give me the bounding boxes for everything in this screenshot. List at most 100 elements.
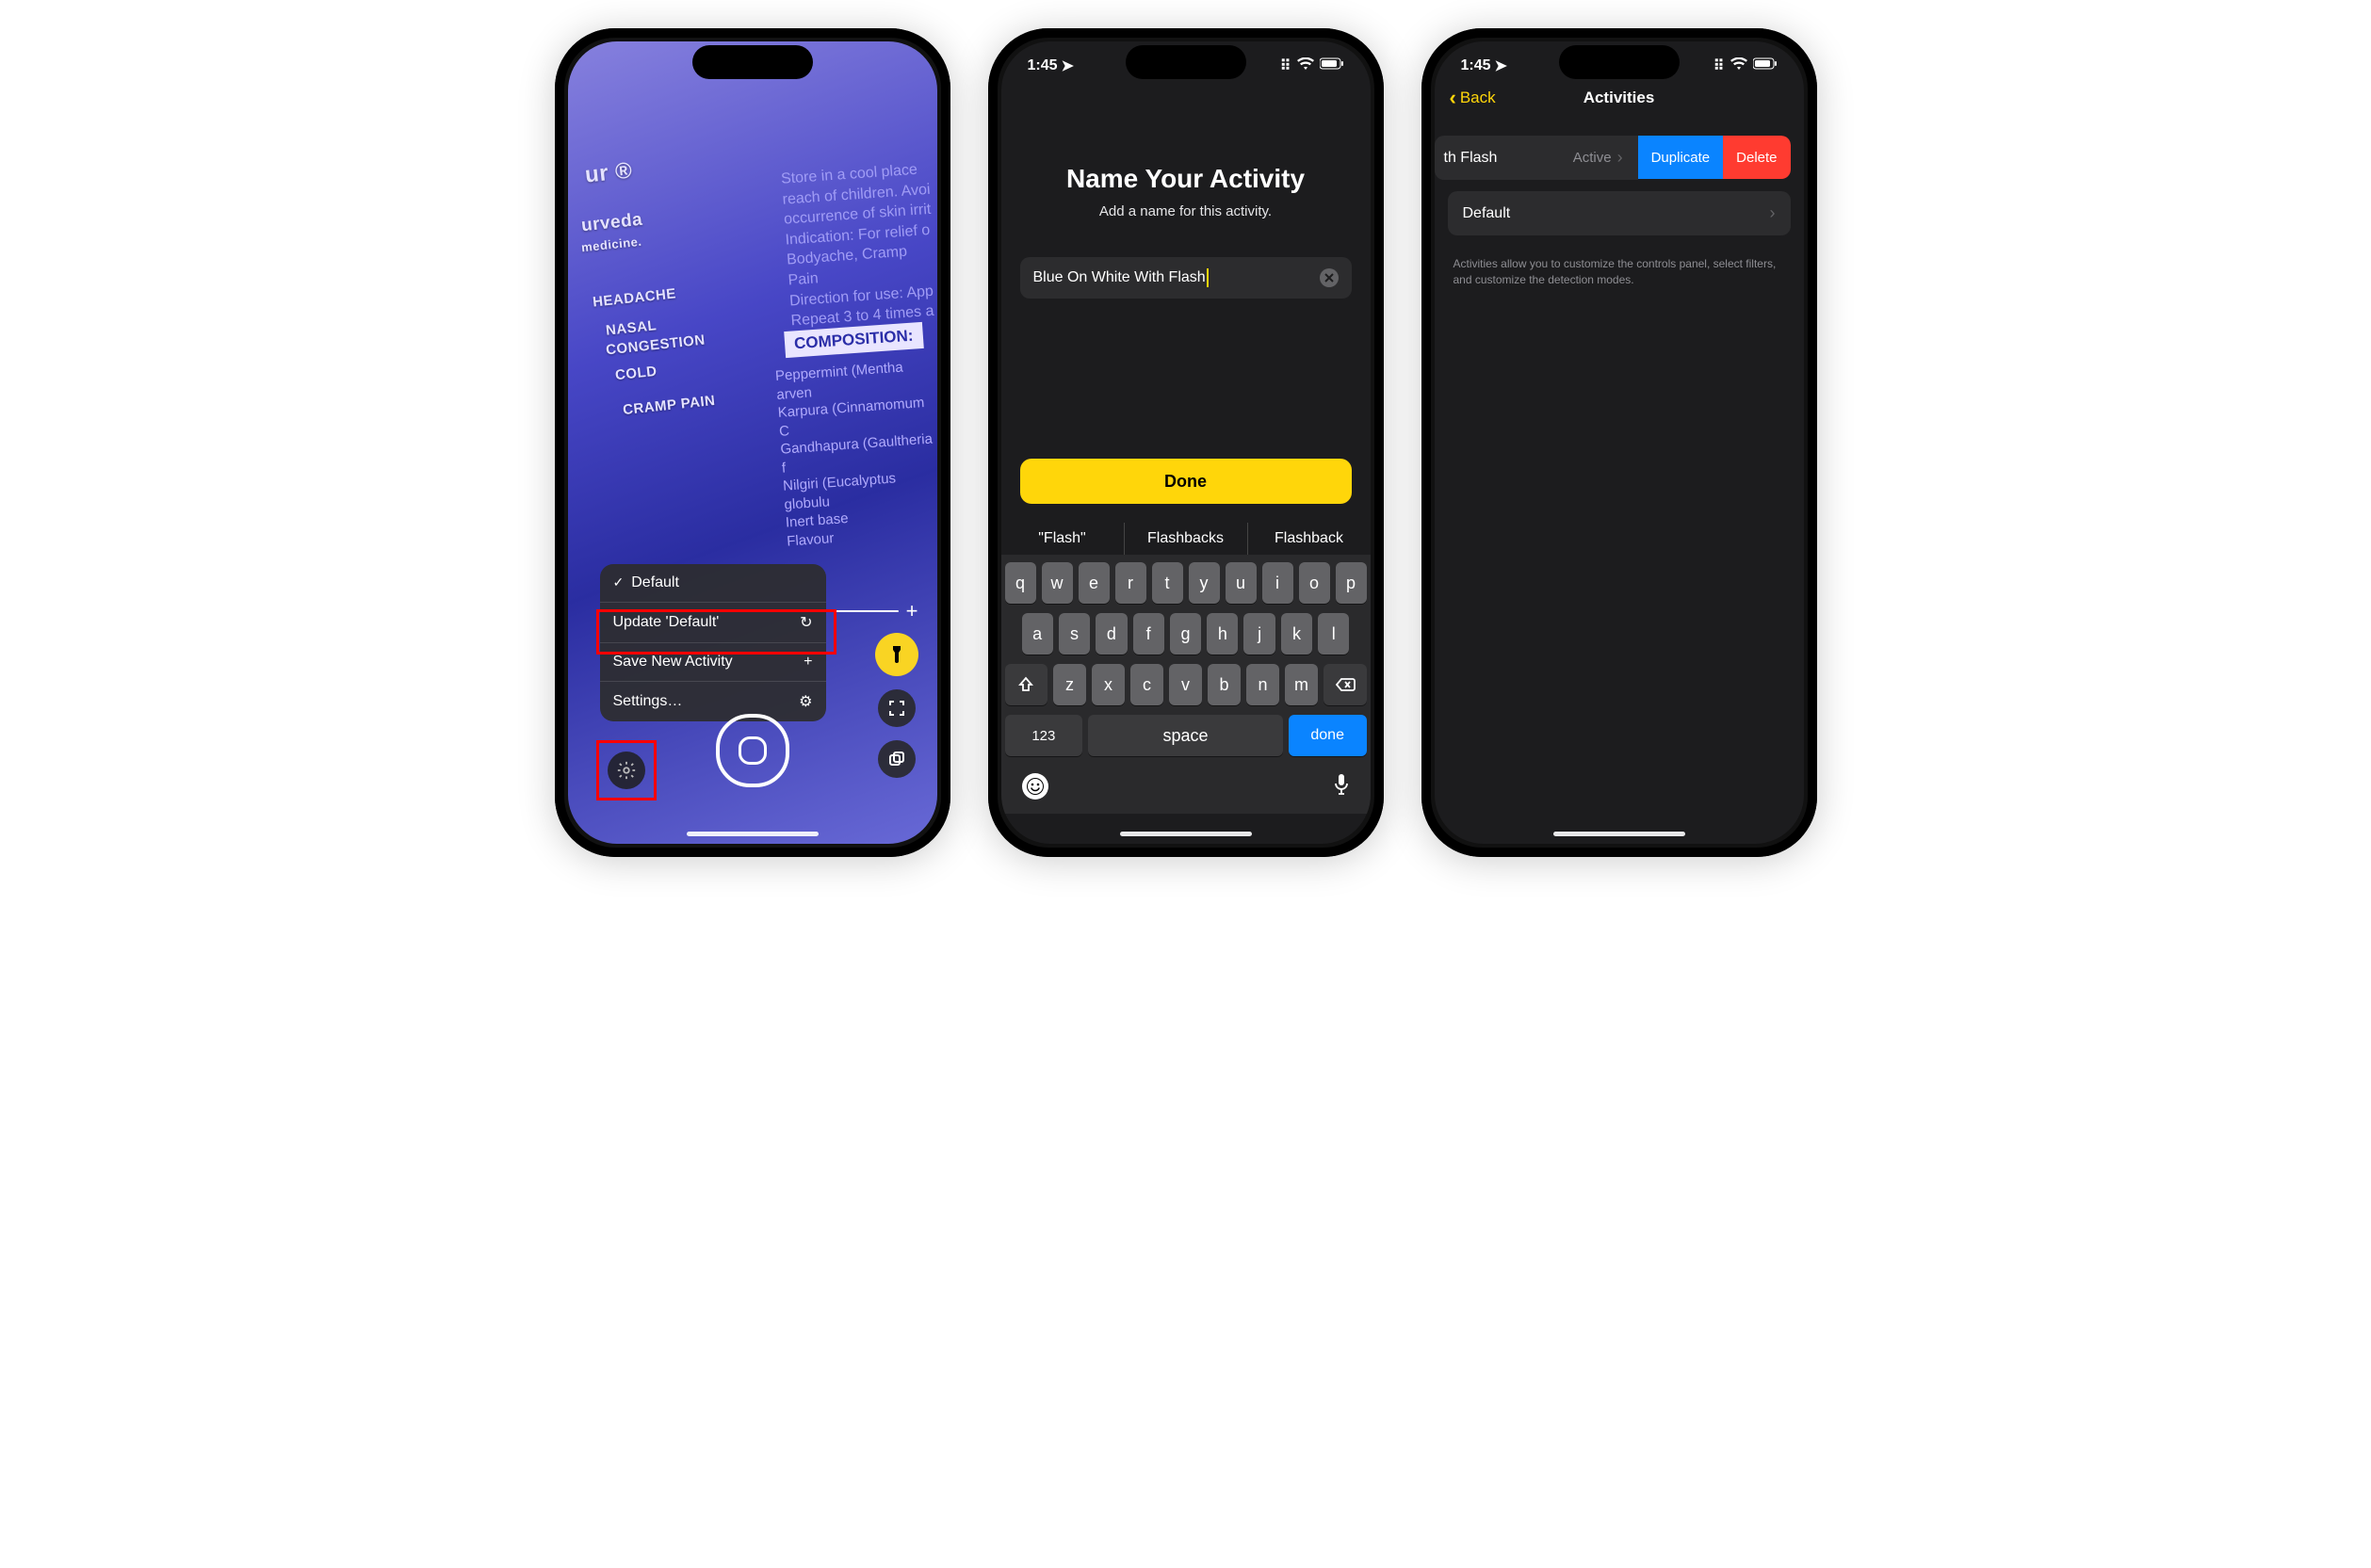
multiview-button[interactable]	[878, 740, 916, 778]
key-done[interactable]: done	[1289, 715, 1367, 756]
clear-input-button[interactable]	[1320, 268, 1339, 287]
dynamic-island	[692, 45, 813, 79]
wifi-icon	[1730, 57, 1747, 75]
key-s[interactable]: s	[1059, 613, 1090, 655]
menu-save-new-label: Save New Activity	[613, 654, 733, 671]
phone-1-frame: ur ® urveda medicine. HEADACHE NASAL CON…	[555, 28, 950, 857]
flashlight-icon	[888, 644, 905, 665]
dictation-button[interactable]	[1333, 773, 1350, 800]
key-v[interactable]: v	[1169, 664, 1202, 705]
key-space[interactable]: space	[1088, 715, 1283, 756]
activity-name-value: Blue On White With Flash	[1033, 269, 1206, 286]
key-a[interactable]: a	[1022, 613, 1053, 655]
emoji-button[interactable]	[1022, 773, 1048, 800]
swipe-actions: Duplicate Delete	[1638, 136, 1791, 180]
zoom-plus-icon[interactable]: +	[906, 599, 918, 623]
flashlight-button[interactable]	[875, 633, 918, 676]
done-button[interactable]: Done	[1020, 459, 1352, 504]
key-o[interactable]: o	[1299, 562, 1330, 604]
shift-icon	[1017, 676, 1034, 693]
activity-row-flash-status: Active	[1573, 150, 1612, 166]
key-z[interactable]: z	[1053, 664, 1086, 705]
activity-row-flash[interactable]: th Flash Active ›	[1435, 136, 1638, 180]
location-icon: ➤	[1495, 57, 1507, 75]
name-activity-title: Name Your Activity	[1001, 164, 1371, 194]
phone-2-screen: 1:45 ➤ ⠿ Name Your Activity Add a name f…	[1001, 41, 1371, 844]
key-c[interactable]: c	[1130, 664, 1163, 705]
key-u[interactable]: u	[1226, 562, 1257, 604]
key-f[interactable]: f	[1133, 613, 1164, 655]
done-button-label: Done	[1164, 472, 1207, 492]
back-button[interactable]: ‹ Back	[1450, 86, 1496, 110]
key-k[interactable]: k	[1281, 613, 1312, 655]
wifi-icon	[1297, 57, 1314, 75]
home-indicator[interactable]	[1553, 832, 1685, 836]
bg-brand-partial: ur ®	[583, 157, 633, 188]
cellular-icon: ⠿	[1713, 57, 1725, 75]
key-b[interactable]: b	[1208, 664, 1241, 705]
detect-frame-button[interactable]	[878, 689, 916, 727]
menu-default-label: Default	[631, 574, 679, 590]
page-title: Activities	[1583, 89, 1655, 107]
status-time: 1:45	[1461, 57, 1491, 74]
key-shift[interactable]	[1005, 664, 1048, 705]
activity-row-flash-label: th Flash	[1444, 150, 1498, 167]
shutter-inner-icon	[739, 736, 767, 765]
chevron-right-icon: ›	[1770, 203, 1776, 223]
home-indicator[interactable]	[1120, 832, 1252, 836]
key-i[interactable]: i	[1262, 562, 1293, 604]
key-x[interactable]: x	[1092, 664, 1125, 705]
right-controls	[875, 633, 918, 778]
phone-3-screen: 1:45 ➤ ⠿ ‹ Back Activities	[1435, 41, 1804, 844]
keyboard-suggestions: "Flash" Flashbacks Flashback	[1001, 523, 1371, 555]
shutter-button[interactable]	[716, 714, 789, 787]
phone-1-screen: ur ® urveda medicine. HEADACHE NASAL CON…	[568, 41, 937, 844]
name-activity-subtitle: Add a name for this activity.	[1001, 203, 1371, 219]
chevron-left-icon: ‹	[1450, 86, 1456, 110]
x-icon	[1324, 273, 1334, 283]
key-backspace[interactable]	[1324, 664, 1367, 705]
key-123[interactable]: 123	[1005, 715, 1083, 756]
cellular-icon: ⠿	[1280, 57, 1291, 75]
bg-ingredients: Peppermint (Mentha arven Karpura (Cinnam…	[774, 356, 937, 550]
key-t[interactable]: t	[1152, 562, 1183, 604]
menu-item-settings[interactable]: Settings… ⚙	[600, 682, 826, 721]
delete-button[interactable]: Delete	[1723, 136, 1790, 179]
key-m[interactable]: m	[1285, 664, 1318, 705]
suggestion-0[interactable]: "Flash"	[1001, 523, 1125, 555]
backspace-icon	[1335, 677, 1356, 692]
key-p[interactable]: p	[1336, 562, 1367, 604]
key-j[interactable]: j	[1243, 613, 1275, 655]
back-label: Back	[1460, 89, 1496, 107]
key-h[interactable]: h	[1207, 613, 1238, 655]
activities-footer-note: Activities allow you to customize the co…	[1435, 247, 1804, 298]
duplicate-button[interactable]: Duplicate	[1638, 136, 1724, 179]
key-w[interactable]: w	[1042, 562, 1073, 604]
key-g[interactable]: g	[1170, 613, 1201, 655]
key-r[interactable]: r	[1115, 562, 1146, 604]
key-d[interactable]: d	[1096, 613, 1127, 655]
activities-list: th Flash Active › Duplicate Delete Defau…	[1435, 136, 1804, 298]
home-indicator[interactable]	[687, 832, 819, 836]
suggestion-1[interactable]: Flashbacks	[1125, 523, 1248, 555]
menu-item-default[interactable]: ✓ Default	[600, 564, 826, 603]
key-n[interactable]: n	[1246, 664, 1279, 705]
highlight-gear-button	[596, 740, 657, 800]
key-l[interactable]: l	[1318, 613, 1349, 655]
activities-list-container: Default ›	[1448, 191, 1791, 235]
emoji-icon	[1026, 777, 1045, 796]
battery-icon	[1753, 57, 1778, 74]
activity-row-swiped: th Flash Active › Duplicate Delete	[1435, 136, 1791, 180]
key-q[interactable]: q	[1005, 562, 1036, 604]
multiview-icon	[888, 751, 905, 768]
suggestion-2[interactable]: Flashback	[1248, 523, 1371, 555]
mic-icon	[1333, 773, 1350, 796]
activity-name-input[interactable]: Blue On White With Flash	[1020, 257, 1352, 299]
key-y[interactable]: y	[1189, 562, 1220, 604]
highlight-save-new-activity	[596, 609, 836, 655]
activity-row-default[interactable]: Default ›	[1448, 191, 1791, 235]
activity-row-default-label: Default	[1463, 205, 1511, 222]
phone-3-frame: 1:45 ➤ ⠿ ‹ Back Activities	[1421, 28, 1817, 857]
key-e[interactable]: e	[1079, 562, 1110, 604]
checkmark-icon: ✓	[613, 574, 625, 590]
